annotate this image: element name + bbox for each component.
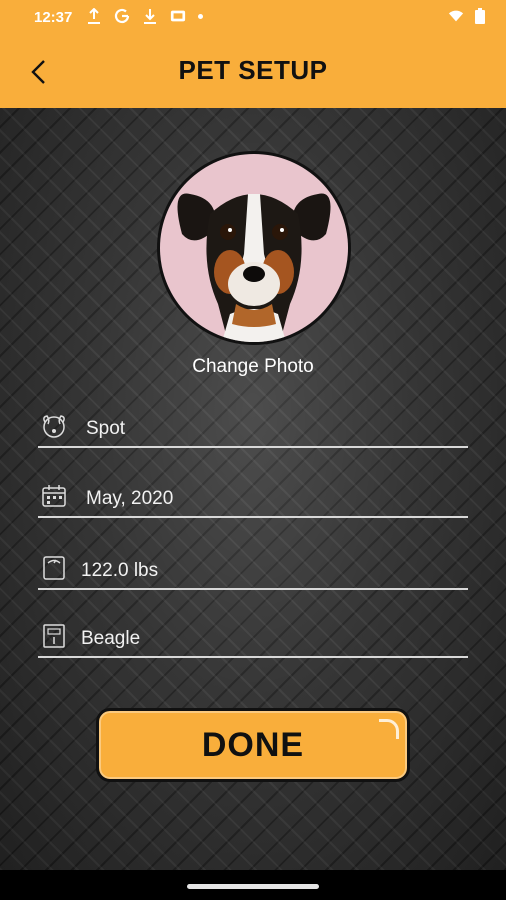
calendar-icon xyxy=(40,482,68,510)
status-bar: 12:37 xyxy=(0,0,506,36)
dot-icon xyxy=(198,14,203,19)
dog-icon xyxy=(40,412,68,440)
pet-birthdate-field[interactable]: May, 2020 xyxy=(38,468,468,518)
pet-weight-value: 122.0 lbs xyxy=(81,560,159,581)
system-navigation-bar xyxy=(0,870,506,900)
done-button[interactable]: DONE xyxy=(96,708,410,782)
app-header-bar: 12:37 PET SETUP xyxy=(0,0,506,108)
cast-icon xyxy=(170,8,186,24)
wifi-icon xyxy=(448,8,464,24)
done-button-label: DONE xyxy=(201,725,305,764)
breed-icon xyxy=(40,622,68,650)
pet-breed-value: Beagle xyxy=(81,628,141,649)
status-system-icons xyxy=(448,8,488,24)
google-icon xyxy=(114,8,130,24)
button-gloss-decoration xyxy=(379,719,399,739)
page-title: PET SETUP xyxy=(178,55,328,85)
header: PET SETUP xyxy=(0,36,506,108)
pet-name-field[interactable]: Spot xyxy=(38,398,468,448)
download-icon xyxy=(142,8,158,24)
pet-name-value: Spot xyxy=(86,418,126,439)
pet-breed-field[interactable]: Beagle xyxy=(38,608,468,658)
pet-setup-screen: 12:37 PET SETUP Change Photo Spot May, 2… xyxy=(0,0,506,900)
pet-weight-field[interactable]: 122.0 lbs xyxy=(38,540,468,590)
status-notification-icons xyxy=(86,8,203,24)
battery-icon xyxy=(472,8,488,24)
pet-birthdate-value: May, 2020 xyxy=(86,488,174,509)
dog-photo-image xyxy=(160,154,348,342)
scale-icon xyxy=(40,554,68,582)
pet-photo[interactable] xyxy=(157,151,351,345)
home-indicator[interactable] xyxy=(187,884,319,889)
status-time: 12:37 xyxy=(34,9,73,26)
upload-icon xyxy=(86,8,102,24)
change-photo-link[interactable]: Change Photo xyxy=(0,356,506,378)
